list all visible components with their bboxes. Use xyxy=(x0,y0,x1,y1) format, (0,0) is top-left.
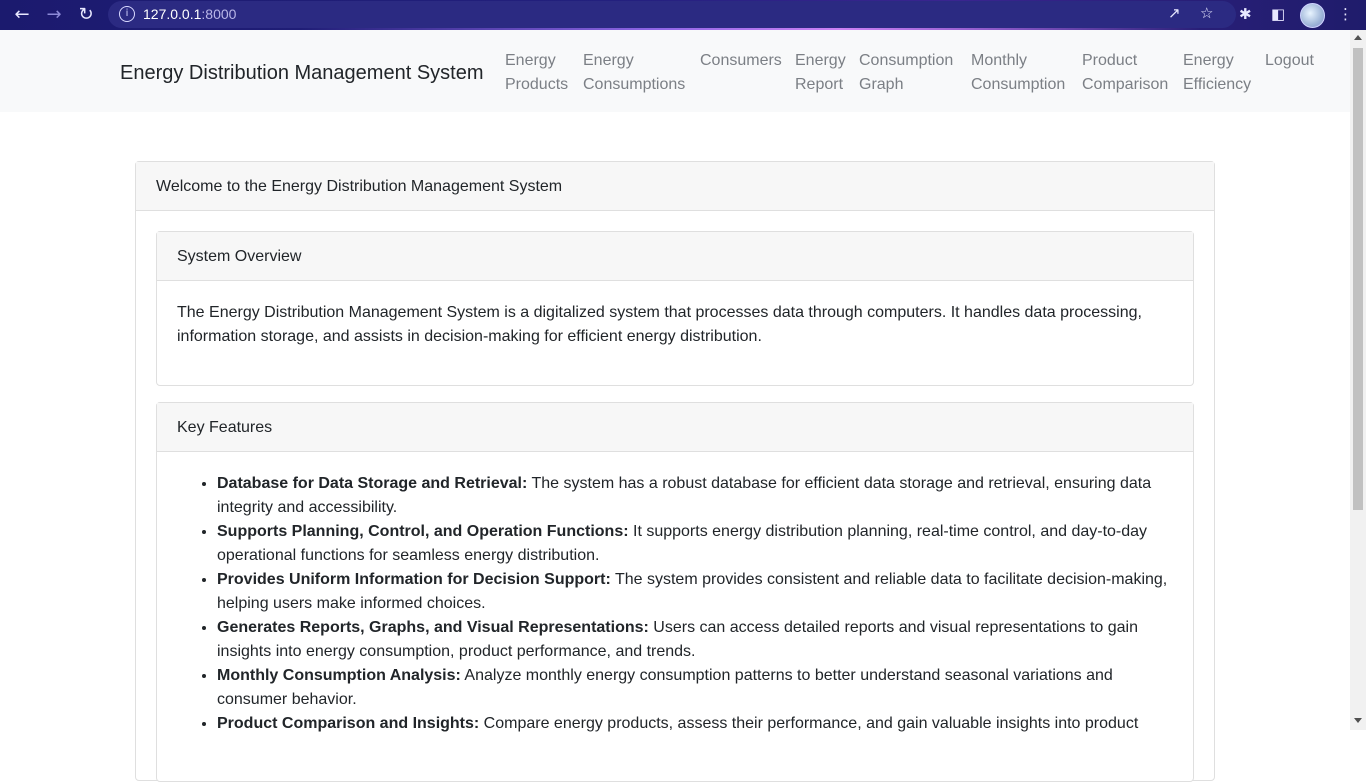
nav-logout[interactable]: Logout xyxy=(1265,49,1314,73)
share-icon[interactable]: ↗ xyxy=(1168,4,1181,22)
url-port: :8000 xyxy=(201,6,237,22)
site-info-icon[interactable]: i xyxy=(119,6,135,22)
nav-label-line2: Comparison xyxy=(1082,76,1169,93)
nav-label-line1: Logout xyxy=(1265,52,1314,69)
nav-label-line2: Products xyxy=(505,76,569,93)
feature-item: Supports Planning, Control, and Operatio… xyxy=(217,520,1173,568)
nav-label-line1: Monthly xyxy=(971,52,1028,69)
reload-icon[interactable]: ↻ xyxy=(74,3,98,27)
overview-card: System Overview The Energy Distribution … xyxy=(156,231,1194,386)
nav-label-line2: Report xyxy=(795,76,844,93)
feature-title: Monthly Consumption Analysis: xyxy=(217,667,461,684)
nav-label-line1: Product xyxy=(1082,52,1138,69)
scroll-up-icon[interactable] xyxy=(1354,35,1362,40)
nav-label-line2: Efficiency xyxy=(1183,76,1252,93)
menu-icon[interactable]: ⋮ xyxy=(1338,5,1353,23)
nav-consumers[interactable]: Consumers xyxy=(700,49,782,73)
feature-item: Generates Reports, Graphs, and Visual Re… xyxy=(217,616,1173,664)
nav-energy-consumptions[interactable]: Energy Consumptions xyxy=(583,49,685,97)
scrollbar-thumb[interactable] xyxy=(1353,48,1363,510)
nav-label-line1: Energy xyxy=(795,52,846,69)
feature-item: Database for Data Storage and Retrieval:… xyxy=(217,472,1173,520)
nav-label-line1: Energy xyxy=(505,52,556,69)
address-url[interactable]: 127.0.0.1:8000 xyxy=(143,6,236,22)
nav-label-line1: Consumers xyxy=(700,52,782,69)
feature-title: Database for Data Storage and Retrieval: xyxy=(217,475,528,492)
feature-title: Supports Planning, Control, and Operatio… xyxy=(217,523,629,540)
features-list: Database for Data Storage and Retrieval:… xyxy=(157,452,1193,736)
features-card-title: Key Features xyxy=(157,403,1193,452)
side-panel-icon[interactable]: ◧ xyxy=(1271,5,1285,23)
profile-avatar[interactable] xyxy=(1300,3,1325,28)
nav-label-line2: Graph xyxy=(859,76,904,93)
nav-product-comparison[interactable]: Product Comparison xyxy=(1082,49,1168,97)
welcome-card-title: Welcome to the Energy Distribution Manag… xyxy=(136,162,1214,211)
scroll-down-icon[interactable] xyxy=(1354,718,1362,723)
bookmark-star-icon[interactable]: ☆ xyxy=(1200,4,1213,22)
navbar-brand[interactable]: Energy Distribution Management System xyxy=(120,62,484,85)
extensions-icon[interactable]: ✱ xyxy=(1239,5,1252,23)
page-scrollbar[interactable] xyxy=(1350,30,1366,730)
feature-title: Provides Uniform Information for Decisio… xyxy=(217,571,611,588)
nav-label-line1: Energy xyxy=(583,52,634,69)
nav-label-line1: Energy xyxy=(1183,52,1234,69)
feature-item: Product Comparison and Insights: Compare… xyxy=(217,712,1173,736)
nav-energy-products[interactable]: Energy Products xyxy=(505,49,568,97)
feature-description: Compare energy products, assess their pe… xyxy=(479,715,1139,732)
nav-label-line2: Consumptions xyxy=(583,76,686,93)
nav-label-line2: Consumption xyxy=(971,76,1066,93)
feature-item: Provides Uniform Information for Decisio… xyxy=(217,568,1173,616)
nav-monthly-consumption[interactable]: Monthly Consumption xyxy=(971,49,1065,97)
feature-item: Monthly Consumption Analysis: Analyze mo… xyxy=(217,664,1173,712)
site-navbar: Energy Distribution Management System En… xyxy=(0,30,1350,112)
forward-icon[interactable]: → xyxy=(42,3,66,27)
nav-consumption-graph[interactable]: Consumption Graph xyxy=(859,49,953,97)
url-host: 127.0.0.1 xyxy=(143,6,202,22)
browser-toolbar: ← → ↻ i 127.0.0.1:8000 ↗ ☆ ✱ ◧ ⋮ xyxy=(0,0,1366,32)
feature-title: Generates Reports, Graphs, and Visual Re… xyxy=(217,619,649,636)
address-bar[interactable]: i 127.0.0.1:8000 ↗ ☆ xyxy=(108,1,1236,28)
feature-title: Product Comparison and Insights: xyxy=(217,715,480,732)
overview-text: The Energy Distribution Management Syste… xyxy=(177,304,1142,345)
features-card: Key Features Database for Data Storage a… xyxy=(156,402,1194,782)
nav-label-line1: Consumption xyxy=(859,52,954,69)
back-icon[interactable]: ← xyxy=(10,3,34,27)
nav-energy-report[interactable]: Energy Report xyxy=(795,49,846,97)
overview-card-title: System Overview xyxy=(157,232,1193,281)
nav-energy-efficiency[interactable]: Energy Efficiency xyxy=(1183,49,1251,97)
